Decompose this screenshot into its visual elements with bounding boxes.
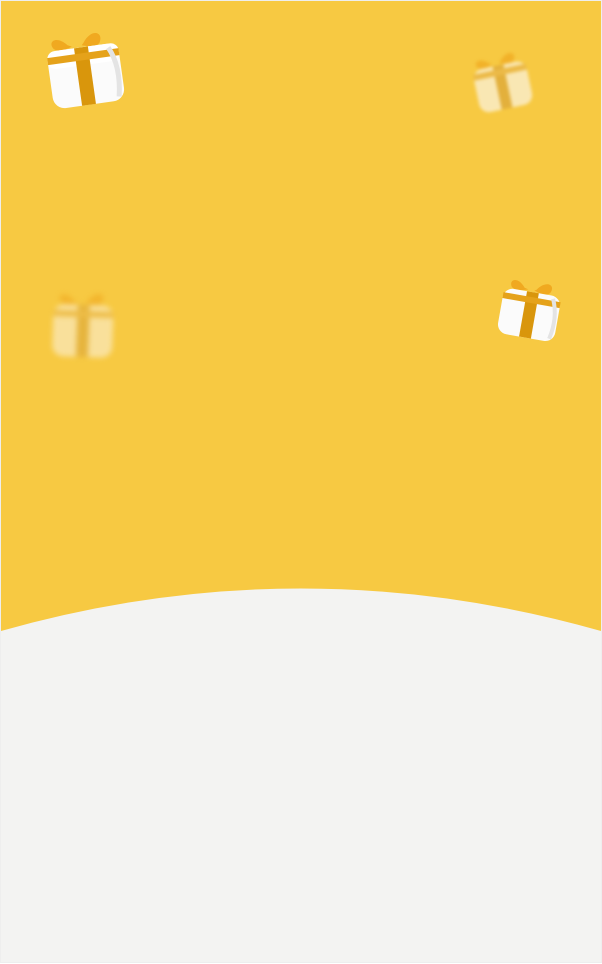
hero-banner [1,1,601,641]
gift-box-icon [46,286,121,364]
content-area [1,641,601,962]
gift-box-icon [490,269,571,348]
gift-box-icon [463,43,541,121]
gift-box-icon [36,21,135,116]
app-screen [1,1,601,962]
